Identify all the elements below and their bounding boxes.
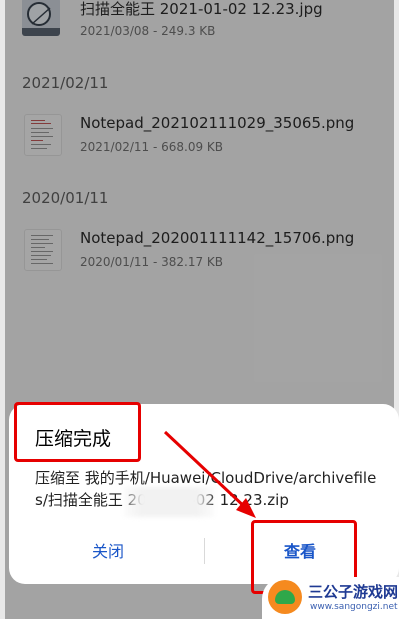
- site-watermark: 三公子游戏网 www.sangongzi.net: [262, 577, 399, 619]
- blurred-redaction: [124, 487, 214, 517]
- close-button[interactable]: 关闭: [92, 538, 124, 562]
- button-divider: [204, 538, 205, 564]
- watermark-title: 三公子游戏网: [308, 583, 399, 601]
- screen-edge: [0, 0, 5, 619]
- title-highlight-box: [14, 402, 141, 462]
- watermark-url: www.sangongzi.net: [310, 602, 398, 612]
- watermark-logo-icon: [268, 580, 302, 614]
